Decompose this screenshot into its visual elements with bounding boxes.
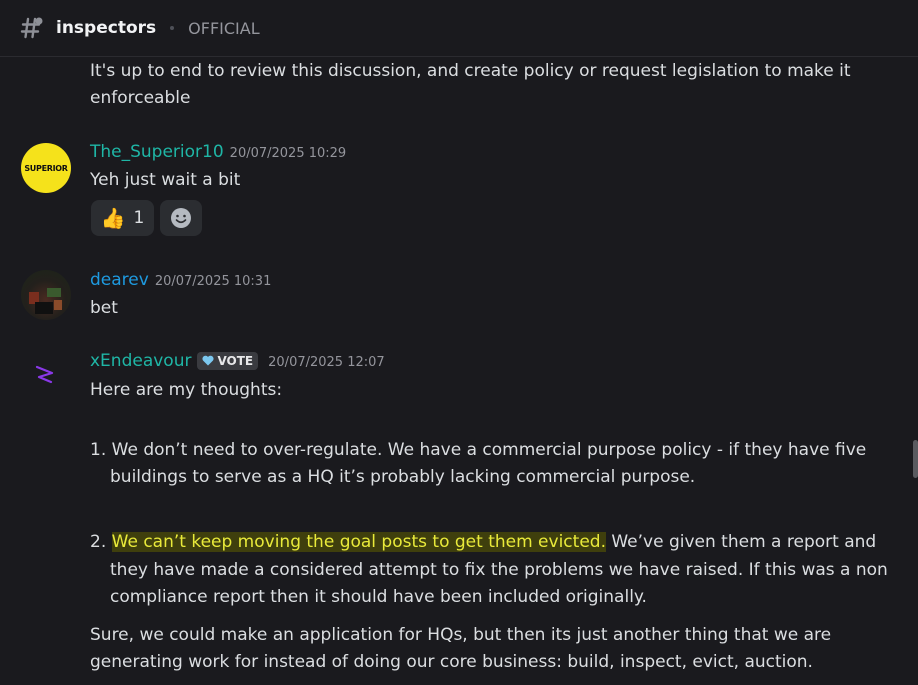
badge-label: VOTE bbox=[217, 353, 254, 368]
list-number: 1. bbox=[90, 440, 107, 460]
add-reaction-icon bbox=[171, 208, 191, 228]
timestamp[interactable]: 20/07/2025 10:31 bbox=[155, 274, 272, 289]
message-text: Sure, we could make an application for H… bbox=[90, 625, 832, 645]
timestamp[interactable]: 20/07/2025 10:29 bbox=[230, 146, 347, 161]
list-line: We don’t need to over-regulate. We have … bbox=[111, 440, 867, 460]
channel-header: inspectors OFFICIAL bbox=[0, 0, 918, 57]
username[interactable]: dearev bbox=[90, 270, 149, 290]
add-reaction-button[interactable] bbox=[160, 200, 202, 236]
username[interactable]: xEndeavour bbox=[90, 351, 191, 371]
avatar-image bbox=[35, 365, 54, 384]
message-header: xEndeavour VOTE 20/07/2025 12:07 bbox=[90, 351, 385, 371]
list-line: compliance report then it should have be… bbox=[110, 587, 647, 607]
message-text: Yeh just wait a bit bbox=[90, 170, 241, 190]
heart-icon bbox=[202, 355, 215, 366]
vote-badge[interactable]: VOTE bbox=[197, 351, 259, 370]
message-text: It's up to end to review this discussion… bbox=[90, 61, 851, 108]
channel-topic[interactable]: OFFICIAL bbox=[188, 19, 259, 38]
list-line: they have made a considered attempt to f… bbox=[110, 560, 888, 580]
message-text: generating work for instead of doing our… bbox=[90, 652, 813, 672]
message-intro: Here are my thoughts: bbox=[90, 380, 283, 400]
list-number: 2. bbox=[90, 532, 107, 552]
message-header: The_Superior10 20/07/2025 10:29 bbox=[90, 142, 346, 162]
message-header: dearev 20/07/2025 10:31 bbox=[90, 270, 271, 290]
username[interactable]: The_Superior10 bbox=[90, 142, 224, 162]
message-list[interactable]: It's up to end to review this discussion… bbox=[0, 57, 910, 685]
reaction-count: 1 bbox=[133, 208, 145, 228]
list-line: buildings to serve as a HQ it’s probably… bbox=[110, 467, 696, 487]
timestamp[interactable]: 20/07/2025 12:07 bbox=[268, 355, 385, 370]
message-text: bet bbox=[90, 298, 118, 318]
list-item: 2. We can’t keep moving the goal posts t… bbox=[90, 529, 880, 556]
channel-name[interactable]: inspectors bbox=[56, 18, 156, 38]
list-line: We’ve given them a report and bbox=[605, 532, 877, 552]
channel-hash-icon bbox=[20, 17, 43, 39]
thumbs-up-icon: 👍 bbox=[100, 206, 126, 230]
separator-dot bbox=[170, 26, 175, 30]
avatar-image bbox=[29, 288, 62, 314]
scrollbar-thumb[interactable] bbox=[913, 440, 918, 478]
highlighted-text: We can’t keep moving the goal posts to g… bbox=[111, 532, 606, 552]
avatar[interactable]: SUPERIOR bbox=[21, 143, 71, 193]
avatar[interactable] bbox=[21, 351, 71, 401]
reaction-thumbs-up[interactable]: 👍 1 bbox=[91, 200, 154, 236]
list-item: 1. We don’t need to over-regulate. We ha… bbox=[90, 437, 880, 464]
avatar[interactable] bbox=[21, 270, 71, 320]
avatar-text: SUPERIOR bbox=[24, 163, 68, 173]
